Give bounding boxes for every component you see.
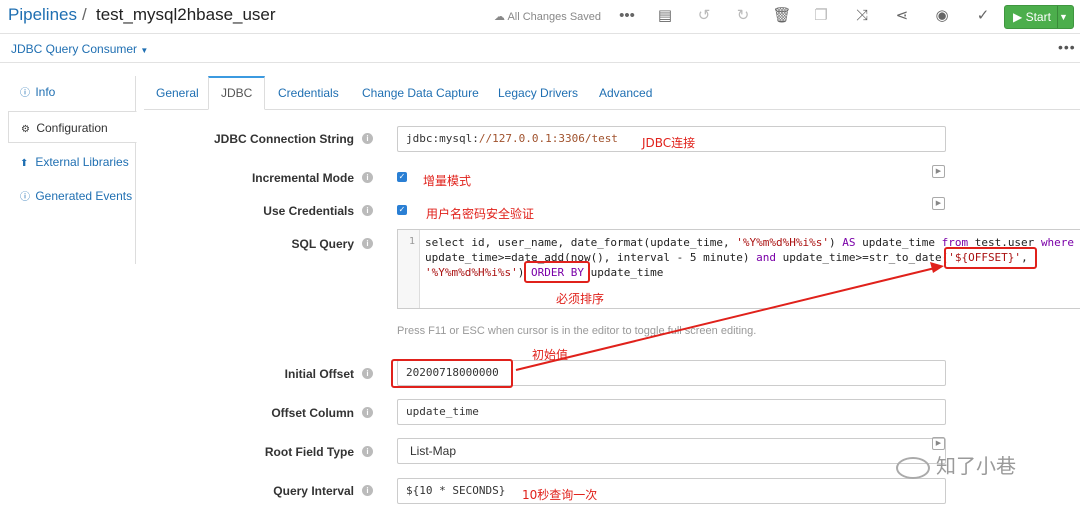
- watermark: 知了小巷: [896, 450, 1016, 479]
- annotation-arrow: [515, 262, 944, 371]
- watermark-text: 知了小巷: [936, 454, 1016, 478]
- wechat-logo-icon: [896, 456, 930, 479]
